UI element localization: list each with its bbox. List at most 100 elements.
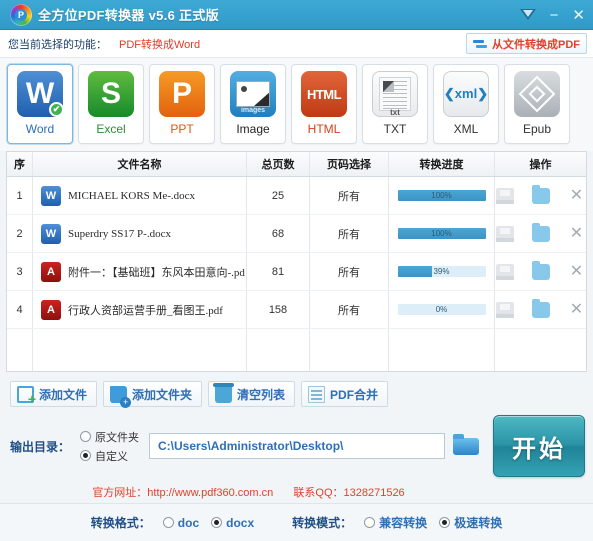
pdf-merge-button[interactable]: PDF合并 [301,381,389,407]
folder-icon[interactable] [531,298,550,318]
window-controls: − ✕ [519,0,585,30]
chevron-down-icon[interactable] [519,8,536,22]
header-filename: 文件名称 [117,159,162,171]
format-tile-epub[interactable]: Epub [504,64,570,144]
row-operations: ✕ [495,260,586,280]
row-operations: ✕ [495,298,586,318]
row-filename-cell: A 附件一：【基础班】东风本田意向-.pd [33,261,246,282]
row-page-range[interactable]: 所有 [310,226,388,242]
radio-mode-fast[interactable]: 极速转换 [439,514,502,531]
format-tile-word[interactable]: W ✔ Word [7,64,73,144]
radio-custom-folder[interactable]: 自定义 [80,448,139,464]
clear-list-label: 清空列表 [237,387,286,402]
row-page-range[interactable]: 所有 [310,302,388,318]
progress-bar: 100% [397,228,486,239]
conversion-options-bar: 转换格式： doc docx 转换模式： 兼容转换 极速转换 [0,503,593,541]
start-button[interactable]: 开始 [493,415,585,477]
excel-icon: S [88,71,134,117]
pdf-file-icon: A [41,261,61,282]
table-row[interactable]: 1 W MICHAEL KORS Me-.docx 25 所有 100% ✕ [7,177,586,215]
header-pages: 总页数 [261,159,295,171]
row-progress-cell: 0% [389,304,494,315]
folder-icon[interactable] [531,222,550,242]
radio-mode-compat[interactable]: 兼容转换 [364,514,427,531]
format-tile-ppt[interactable]: P PPT [149,64,215,144]
folder-icon[interactable] [531,260,550,280]
xml-icon: ❮xml❯ [443,71,489,117]
row-page-range[interactable]: 所有 [310,264,388,280]
radio-source-folder[interactable]: 原文件夹 [80,429,139,445]
pdf-merge-label: PDF合并 [330,387,379,402]
progress-bar: 0% [397,304,486,315]
table-row[interactable]: 2 W Superdry SS17 P-.docx 68 所有 100% ✕ [7,215,586,253]
row-pages: 158 [268,303,288,316]
file-list-table: 序 文件名称 总页数 页码选择 转换进度 操作 1 W MICHAEL KORS… [6,151,587,372]
word-file-icon: W [41,223,61,244]
progress-label: 39% [433,267,450,276]
remove-icon[interactable]: ✕ [568,263,586,280]
header-index: 序 [14,159,25,171]
output-format-label: 转换格式： [90,516,151,530]
save-icon[interactable] [495,263,514,280]
merge-icon [308,385,326,403]
table-header-row: 序 文件名称 总页数 页码选择 转换进度 操作 [7,152,586,177]
row-progress-cell: 39% [389,266,494,277]
row-index: 4 [16,303,23,316]
swap-arrows-icon [473,38,488,50]
html-icon: HTML [301,71,347,117]
radio-dot-selected [439,517,451,528]
output-path-input[interactable]: C:\Users\Administrator\Desktop\ [149,433,445,459]
save-icon[interactable] [495,187,514,204]
format-tile-txt[interactable]: txt TXT [362,64,428,144]
add-file-button[interactable]: 添加文件 [10,381,98,407]
radio-format-docx[interactable]: docx [211,516,254,530]
table-row[interactable]: 4 A 行政人资部运营手册_看图王.pdf 158 所有 0% ✕ [7,291,586,329]
table-empty-area [7,329,586,371]
radio-mode-fast-label: 极速转换 [454,516,503,530]
header-operations: 操作 [529,159,552,171]
remove-icon[interactable]: ✕ [568,187,586,204]
save-icon[interactable] [495,225,514,242]
progress-bar: 39% [397,266,486,277]
app-logo-icon [10,3,32,26]
remove-icon[interactable]: ✕ [568,225,586,242]
radio-dot [80,431,92,442]
radio-dot-selected [80,450,92,461]
clear-list-button[interactable]: 清空列表 [208,381,296,407]
format-tile-image[interactable]: images Image [220,64,286,144]
minimize-button[interactable]: − [550,8,559,23]
ppt-icon: P [159,71,205,117]
convert-to-pdf-button[interactable]: 从文件转换成PDF [466,33,587,54]
word-file-icon: W [41,185,61,206]
folder-browse-icon[interactable] [451,434,481,458]
add-folder-button[interactable]: 添加文件夹 [103,381,203,408]
format-tile-html[interactable]: HTML HTML [291,64,357,144]
remove-icon[interactable]: ✕ [568,301,586,318]
folder-icon[interactable] [531,184,550,204]
format-tile-label: Word [25,122,55,136]
progress-label: 100% [431,229,452,238]
row-index: 1 [16,189,23,202]
radio-format-doc[interactable]: doc [162,516,199,530]
table-row[interactable]: 3 A 附件一：【基础班】东风本田意向-.pd 81 所有 39% ✕ [7,253,586,291]
current-function-value: PDF转换成Word [119,38,201,51]
format-tile-label: HTML [307,122,341,136]
format-tile-label: PPT [170,122,194,136]
row-page-range[interactable]: 所有 [310,188,388,204]
row-progress-cell: 100% [389,228,494,239]
row-progress-cell: 100% [389,190,494,201]
row-index: 3 [16,265,23,278]
format-tile-xml[interactable]: ❮xml❯ XML [433,64,499,144]
radio-format-docx-label: docx [226,515,255,530]
official-site-label[interactable]: 官方网址：http://www.pdf360.com.cn [92,487,273,499]
format-tile-label: TXT [383,122,407,136]
format-tile-excel[interactable]: S Excel [78,64,144,144]
progress-label: 100% [431,191,452,200]
radio-dot [364,517,376,528]
save-icon[interactable] [495,301,514,318]
app-title: 全方位PDF转换器 v5.6 正式版 [38,8,219,23]
close-button[interactable]: ✕ [572,8,585,23]
epub-icon [514,71,560,117]
add-folder-label: 添加文件夹 [132,387,193,402]
header-progress: 转换进度 [419,159,464,171]
